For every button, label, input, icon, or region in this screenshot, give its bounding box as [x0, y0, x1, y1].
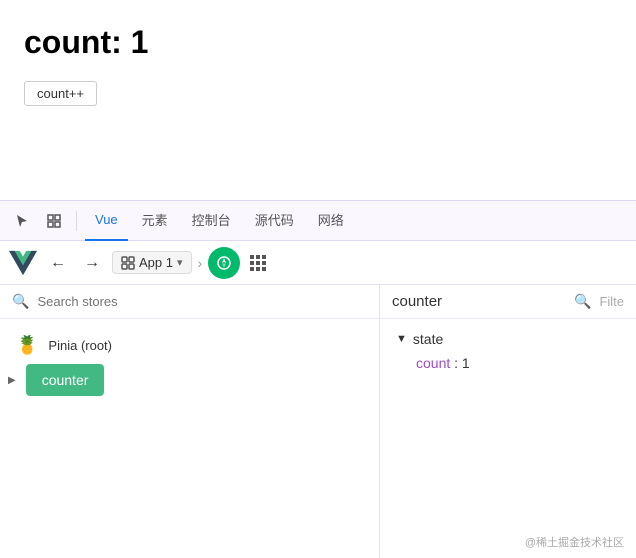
forward-button[interactable]: →	[78, 249, 106, 277]
triangle-icon: ▼	[396, 333, 407, 345]
counter-store-item[interactable]: counter	[26, 364, 105, 396]
tab-network[interactable]: 网络	[308, 201, 354, 241]
right-header: counter 🔍 Filte	[380, 285, 636, 319]
component-selector[interactable]: App 1 ▾	[112, 251, 192, 274]
state-key: count	[416, 355, 450, 371]
right-panel-title: counter	[392, 293, 566, 310]
state-label: state	[413, 331, 443, 347]
search-icon: 🔍	[12, 293, 29, 310]
dropdown-arrow: ▾	[177, 256, 183, 269]
inspect-icon[interactable]	[40, 207, 68, 235]
breadcrumb-arrow: ›	[198, 255, 203, 271]
tab-elements[interactable]: 元素	[132, 201, 178, 241]
component-name: App 1	[139, 255, 173, 270]
devtools-panel: Vue 元素 控制台 源代码 网络 ← →	[0, 200, 636, 558]
compass-button[interactable]	[208, 247, 240, 279]
cursor-icon[interactable]	[8, 207, 36, 235]
right-panel: counter 🔍 Filte ▼ state count : 1	[380, 285, 636, 558]
state-value: 1	[462, 355, 470, 371]
left-panel: 🔍 🍍 Pinia (root) ▶ counter	[0, 285, 380, 558]
state-item: count : 1	[396, 355, 620, 371]
counter-store-label: counter	[42, 372, 89, 388]
search-bar: 🔍	[0, 285, 379, 319]
right-search-icon[interactable]: 🔍	[574, 293, 591, 310]
watermark: @稀土掘金技术社区	[525, 534, 624, 550]
store-row: ▶ counter	[0, 364, 379, 396]
tab-console[interactable]: 控制台	[182, 201, 241, 241]
vue-toolbar: ← → App 1 ▾ ›	[0, 241, 636, 285]
state-header: ▼ state	[396, 331, 620, 347]
tab-vue[interactable]: Vue	[85, 201, 128, 241]
back-button[interactable]: ←	[44, 249, 72, 277]
count-button[interactable]: count++	[24, 81, 97, 106]
pinia-root-item[interactable]: 🍍 Pinia (root)	[0, 327, 379, 364]
vue-logo	[8, 248, 38, 278]
filter-label: Filte	[599, 294, 624, 309]
pinia-emoji: 🍍	[16, 335, 38, 356]
state-separator: :	[454, 355, 462, 371]
count-display: count: 1	[24, 24, 612, 61]
grid-icon[interactable]	[246, 251, 270, 275]
tab-sources[interactable]: 源代码	[245, 201, 304, 241]
pinia-root-label: Pinia (root)	[48, 338, 112, 353]
search-input[interactable]	[37, 294, 367, 309]
toolbar-divider	[76, 211, 77, 231]
devtools-toolbar: Vue 元素 控制台 源代码 网络	[0, 201, 636, 241]
right-content: ▼ state count : 1	[380, 319, 636, 395]
state-section: ▼ state count : 1	[396, 331, 620, 371]
app-area: count: 1 count++	[0, 0, 636, 200]
main-content: 🔍 🍍 Pinia (root) ▶ counter counter	[0, 285, 636, 558]
store-list: 🍍 Pinia (root) ▶ counter	[0, 319, 379, 558]
left-arrow-icon: ▶	[8, 375, 16, 386]
